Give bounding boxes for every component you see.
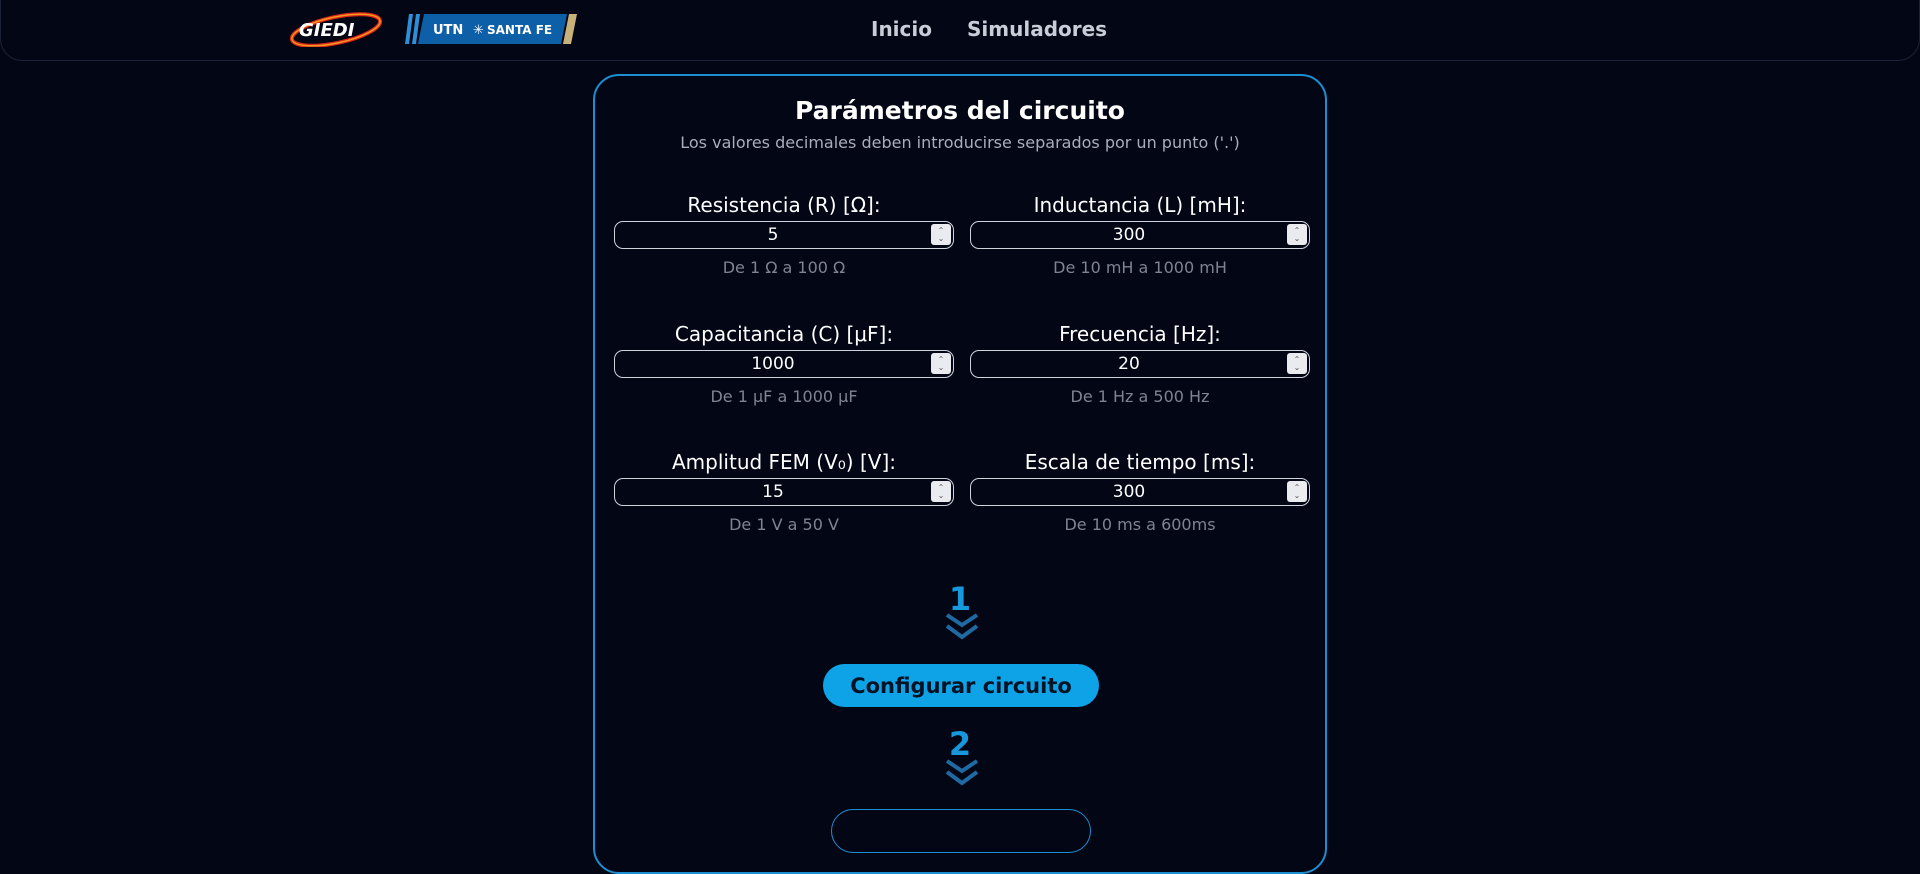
utn-logo-text: UTN xyxy=(433,23,463,38)
utn-santa-fe-logo[interactable]: UTN ✳ SANTA FE xyxy=(405,14,577,44)
resistance-label: Resistencia (R) [Ω]: xyxy=(687,193,881,217)
svg-text:✳: ✳ xyxy=(473,23,484,38)
top-navbar: GIEDI UTN ✳ SANTA FE Inicio Simuladores xyxy=(0,0,1920,61)
time-scale-field: Escala de tiempo [ms]: ⌃⌄ De 10 ms a 600… xyxy=(970,449,1310,534)
frequency-hint: De 1 Hz a 500 Hz xyxy=(1070,387,1210,406)
inductance-hint: De 10 mH a 1000 mH xyxy=(1053,258,1227,277)
card-title: Parámetros del circuito xyxy=(795,96,1125,125)
circuit-parameters-card: Parámetros del circuito Los valores deci… xyxy=(593,74,1327,874)
resistance-field: Resistencia (R) [Ω]: ⌃⌄ De 1 Ω a 100 Ω xyxy=(614,192,954,277)
nav-links: Inicio Simuladores xyxy=(871,17,1107,41)
amplitude-label: Amplitud FEM (V₀) [V]: xyxy=(672,450,896,474)
frequency-field: Frecuencia [Hz]: ⌃⌄ De 1 Hz a 500 Hz xyxy=(970,321,1310,406)
inductance-label: Inductancia (L) [mH]: xyxy=(1033,193,1247,217)
spinner-arrows-icon[interactable]: ⌃ ⌄ xyxy=(1287,224,1307,245)
santa-fe-logo-text: SANTA FE xyxy=(487,23,552,37)
inductance-input-box: ⌃⌄ xyxy=(970,221,1310,249)
amplitude-field: Amplitud FEM (V₀) [V]: ⌃⌄ De 1 V a 50 V xyxy=(614,449,954,534)
nav-link-simuladores[interactable]: Simuladores xyxy=(967,17,1107,41)
spinner-arrows-icon[interactable]: ⌃ ⌄ xyxy=(931,481,951,502)
capacitance-hint: De 1 μF a 1000 μF xyxy=(710,387,858,406)
time-scale-hint: De 10 ms a 600ms xyxy=(1064,515,1216,534)
spinner-arrows-icon[interactable]: ⌃ ⌄ xyxy=(1287,353,1307,374)
spinner-arrows-icon[interactable]: ⌃ ⌄ xyxy=(931,224,951,245)
spinner-arrows-icon[interactable]: ⌃ ⌄ xyxy=(1287,481,1307,502)
chevron-double-down-icon xyxy=(945,759,979,786)
resistance-input-box: ⌃⌄ xyxy=(614,221,954,249)
resistance-hint: De 1 Ω a 100 Ω xyxy=(722,258,846,277)
amplitude-hint: De 1 V a 50 V xyxy=(729,515,839,534)
resistance-input[interactable] xyxy=(615,222,953,248)
giedi-logo[interactable]: GIEDI xyxy=(289,11,384,47)
capacitance-input[interactable] xyxy=(615,351,953,377)
card-subtitle: Los valores decimales deben introducirse… xyxy=(680,133,1240,152)
capacitance-field: Capacitancia (C) [μF]: ⌃⌄ De 1 μF a 1000… xyxy=(614,321,954,406)
time-scale-label: Escala de tiempo [ms]: xyxy=(1024,450,1256,474)
spinner-arrows-icon[interactable]: ⌃ ⌄ xyxy=(931,353,951,374)
inductance-input[interactable] xyxy=(971,222,1309,248)
chevron-double-down-icon xyxy=(945,613,979,640)
giedi-logo-text: GIEDI xyxy=(299,20,355,41)
time-scale-input-box: ⌃⌄ xyxy=(970,478,1310,506)
next-step-button[interactable] xyxy=(831,809,1091,853)
configure-circuit-button[interactable]: Configurar circuito xyxy=(823,664,1099,707)
frequency-input-box: ⌃⌄ xyxy=(970,350,1310,378)
frequency-label: Frecuencia [Hz]: xyxy=(1059,322,1221,346)
capacitance-label: Capacitancia (C) [μF]: xyxy=(674,322,894,346)
time-scale-input[interactable] xyxy=(971,479,1309,505)
inductance-field: Inductancia (L) [mH]: ⌃⌄ De 10 mH a 1000… xyxy=(970,192,1310,277)
frequency-input[interactable] xyxy=(971,351,1309,377)
nav-link-inicio[interactable]: Inicio xyxy=(871,17,932,41)
capacitance-input-box: ⌃⌄ xyxy=(614,350,954,378)
amplitude-input[interactable] xyxy=(615,479,953,505)
amplitude-input-box: ⌃⌄ xyxy=(614,478,954,506)
